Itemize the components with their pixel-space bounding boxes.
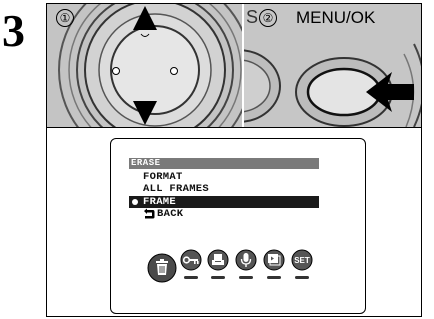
step-index-1: ① <box>56 9 74 27</box>
return-arrow-icon <box>144 208 155 219</box>
lcd-screen: ERASE FORMAT ALL FRAMES FRAME BACK SET <box>110 138 366 314</box>
dpad-illustration <box>47 4 242 127</box>
protect-key-icon[interactable] <box>180 249 202 281</box>
mode-icon-row: SET <box>147 249 357 309</box>
voice-memo-icon[interactable] <box>235 249 257 281</box>
dpad-photo: ① <box>47 4 242 127</box>
set-icon[interactable]: SET <box>291 249 313 281</box>
menu-item-all-frames[interactable]: ALL FRAMES <box>129 183 319 195</box>
instruction-frame: ① ② S MENU/OK ERASE FORMAT ALL FRAMES FR… <box>46 3 422 317</box>
menu-item-format[interactable]: FORMAT <box>129 171 319 183</box>
step-number: 3 <box>2 5 25 56</box>
selection-dot-icon <box>132 199 138 205</box>
menu-ok-label: MENU/OK <box>296 8 376 27</box>
menu-item-label: FRAME <box>143 196 177 208</box>
menu-item-label: FORMAT <box>143 171 183 183</box>
menu-item-label: BACK <box>157 208 184 220</box>
trash-icon[interactable] <box>147 253 177 283</box>
menu-item-back[interactable]: BACK <box>129 208 319 220</box>
slideshow-icon[interactable] <box>263 249 285 281</box>
step-index-2: ② <box>259 9 277 27</box>
erase-menu: ERASE FORMAT ALL FRAMES FRAME BACK <box>129 158 319 240</box>
partial-label: S <box>246 7 259 27</box>
menu-item-frame[interactable]: FRAME <box>129 196 319 208</box>
menu-ok-photo: ② S MENU/OK <box>244 4 421 127</box>
menu-item-label: ALL FRAMES <box>143 183 210 195</box>
set-icon-label: SET <box>294 256 310 265</box>
section-divider <box>47 127 421 128</box>
print-order-icon[interactable] <box>207 249 229 281</box>
menu-header: ERASE <box>129 158 319 169</box>
